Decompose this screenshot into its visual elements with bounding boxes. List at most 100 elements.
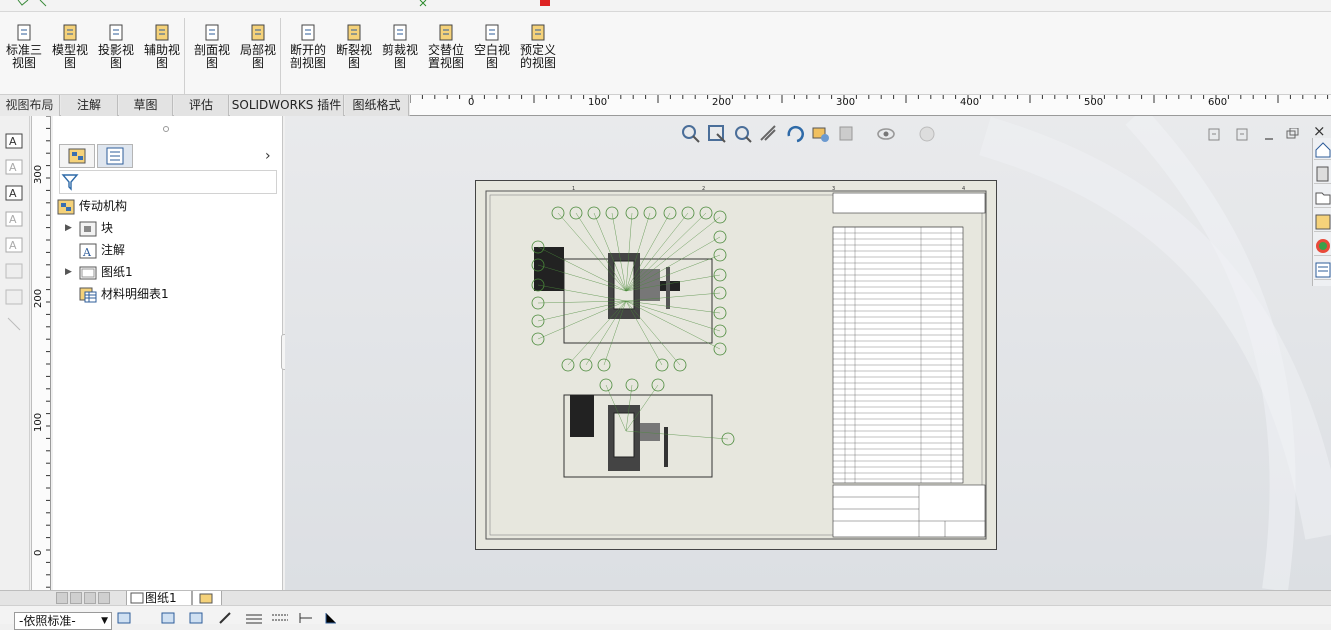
crop-view-button[interactable]: 剪裁视图 [378, 24, 422, 86]
home-icon[interactable] [1314, 140, 1331, 160]
svg-text:A: A [9, 213, 17, 226]
svg-text:3: 3 [832, 186, 835, 192]
layer-toolbar: -依照标准- ▼ [0, 605, 1331, 630]
standard-3-view-button[interactable]: 标准三 视图 [2, 24, 46, 86]
leader-line [625, 300, 721, 332]
section-view-hud-icon[interactable] [759, 124, 779, 144]
tab-annotation[interactable]: 注解 [61, 95, 118, 116]
tree-item-blocks[interactable]: 块 [79, 218, 113, 238]
projected-view-button[interactable]: 投影视图 [94, 24, 138, 86]
view-orientation-icon[interactable] [811, 124, 831, 144]
first-sheet-button[interactable] [56, 592, 68, 604]
appearances-icon[interactable] [1314, 236, 1331, 256]
tab-sheet-format[interactable]: 图纸格式 [345, 95, 409, 116]
tree-root[interactable]: 传动机构 [57, 196, 127, 216]
tab-evaluate[interactable]: 评估 [174, 95, 229, 116]
sheet-tab-1[interactable]: 图纸1 [126, 591, 192, 606]
expand-caret-icon[interactable]: ▶ [65, 267, 72, 277]
view-palette-icon[interactable] [1314, 212, 1331, 232]
leader-line [625, 300, 721, 314]
tree-root-label: 传动机构 [79, 199, 128, 213]
tab-view-layout[interactable]: 视图布局 [0, 95, 60, 116]
ribbon-separator [184, 18, 185, 94]
ribbon-label: 视图 [11, 56, 36, 70]
leader-line [557, 212, 627, 292]
model-view-icon [63, 24, 77, 41]
layer-select[interactable]: -依照标准- ▼ [14, 612, 112, 630]
previous-sheet-button[interactable] [70, 592, 82, 604]
ribbon-separator [280, 18, 281, 94]
hide-show-items-icon[interactable] [877, 124, 897, 144]
display-style-icon[interactable] [837, 124, 857, 144]
annotation-tool-icons[interactable]: A A A A A [0, 130, 30, 350]
sheet-tab-label: 图纸1 [145, 591, 177, 605]
property-manager-tab[interactable] [97, 144, 133, 168]
broken-out-section-button[interactable]: 断开的 剖视图 [286, 24, 330, 86]
svg-text:A: A [82, 246, 92, 259]
standard-3-view-icon [17, 24, 31, 41]
zoom-to-fit-icon[interactable] [681, 124, 701, 144]
appearance-icon[interactable] [917, 124, 937, 144]
previous-view-icon[interactable] [733, 124, 753, 144]
ruler-label: 200 [33, 288, 44, 308]
vertical-ruler: 300 200 100 0 [31, 116, 51, 592]
rotate-icon[interactable] [785, 124, 805, 144]
drawing-sheet[interactable]: 1 2 3 4 [475, 180, 997, 550]
alternate-position-view-button[interactable]: 交替位 置视图 [424, 24, 468, 86]
leader-line [567, 300, 627, 366]
tree-filter[interactable] [59, 170, 277, 194]
predefined-view-icon [531, 24, 545, 41]
design-library-icon[interactable] [1314, 164, 1331, 184]
model-view-button[interactable]: 模型视图 [48, 24, 92, 86]
predefined-view-button[interactable]: 预定义 的视图 [516, 24, 560, 86]
ribbon-label: 图 [485, 56, 498, 70]
leader-line [537, 300, 627, 340]
layer-select-value: -依照标准- [19, 614, 76, 628]
feature-manager-panel: › 传动机构 ▶ 块 A 注解 ▶ 图纸1 材料明细表1 [53, 116, 289, 590]
ribbon-label: 图 [251, 56, 264, 70]
add-sheet-tab[interactable] [192, 591, 222, 606]
sketch-tool-column: A A A A A [0, 116, 30, 592]
crop-view-icon [393, 24, 407, 41]
detail-view-button[interactable]: 局部视图 [236, 24, 280, 86]
break-view-button[interactable]: 断裂视图 [332, 24, 376, 86]
window-controls[interactable] [1207, 128, 1307, 142]
custom-properties-icon[interactable] [1314, 260, 1331, 280]
sheet-icon [79, 266, 97, 279]
auxiliary-view-button[interactable]: 辅助视图 [140, 24, 184, 86]
line-format-icons[interactable] [116, 610, 356, 625]
task-pane [1312, 138, 1331, 286]
leader-line [575, 212, 627, 292]
panel-grip-icon[interactable] [163, 126, 169, 132]
next-sheet-button[interactable] [84, 592, 96, 604]
annotations-folder-icon: A [79, 243, 97, 259]
ruler-label: 300 [836, 97, 856, 108]
auxiliary-view-icon [155, 24, 169, 41]
chevron-down-icon: ▼ [101, 616, 108, 626]
panel-expand-chevron-icon[interactable]: › [265, 148, 271, 164]
file-explorer-icon[interactable] [1314, 188, 1331, 208]
quick-access-icons[interactable] [0, 0, 600, 12]
feature-tree-tab[interactable] [59, 144, 95, 168]
last-sheet-button[interactable] [98, 592, 110, 604]
expand-caret-icon[interactable]: ▶ [65, 223, 72, 233]
alternate-position-icon [439, 24, 453, 41]
ribbon-label: 图 [63, 56, 76, 70]
empty-view-button[interactable]: 空白视图 [470, 24, 514, 86]
sheet-tab-bar: 图纸1 [0, 590, 1331, 606]
tree-item-annotations[interactable]: A 注解 [79, 240, 125, 260]
tab-sketch[interactable]: 草图 [119, 95, 173, 116]
section-view-button[interactable]: 剖面视图 [190, 24, 234, 86]
svg-text:1: 1 [572, 186, 575, 192]
zoom-to-area-icon[interactable] [707, 124, 727, 144]
ruler-label: 500 [1084, 97, 1104, 108]
tree-item-bom[interactable]: 材料明细表1 [79, 284, 169, 304]
ruler-label: 100 [588, 97, 608, 108]
tab-solidworks-addins[interactable]: SOLIDWORKS 插件 [230, 95, 344, 116]
tree-item-sheet1[interactable]: 图纸1 [79, 262, 133, 282]
sheet-tab-icon [130, 592, 144, 604]
ruler-label: 300 [33, 164, 44, 184]
projected-view-icon [109, 24, 123, 41]
ruler-ticks [410, 95, 1329, 103]
feature-tree-icon [68, 148, 86, 164]
